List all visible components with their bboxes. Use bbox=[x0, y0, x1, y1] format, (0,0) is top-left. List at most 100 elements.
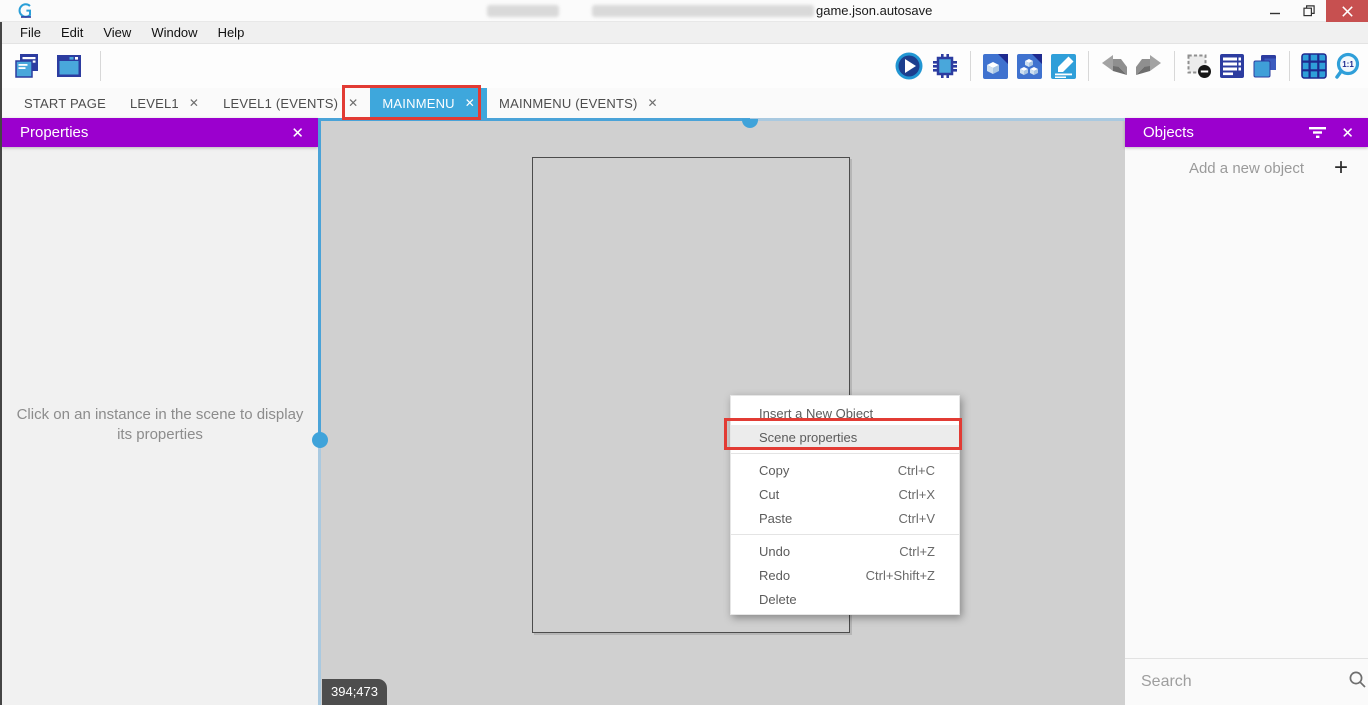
tab-level1[interactable]: LEVEL1 ✕ bbox=[118, 88, 211, 118]
canvas-left-resize-handle[interactable] bbox=[312, 432, 328, 448]
menu-separator bbox=[731, 453, 959, 454]
menu-item-label: Scene properties bbox=[759, 430, 857, 445]
tab-close-icon[interactable]: ✕ bbox=[348, 96, 358, 110]
scene-canvas[interactable]: 394;473 Insert a New Object Scene proper… bbox=[318, 118, 1125, 705]
menu-help[interactable]: Help bbox=[208, 22, 255, 44]
window-left-edge bbox=[0, 22, 2, 705]
context-menu-item-copy[interactable]: Copy Ctrl+C bbox=[731, 458, 959, 482]
search-icon bbox=[1348, 670, 1367, 694]
cursor-coordinates-badge: 394;473 bbox=[322, 679, 387, 705]
minimize-button[interactable] bbox=[1258, 0, 1292, 22]
minimize-icon bbox=[1270, 6, 1281, 17]
toolbar-divider bbox=[100, 51, 101, 81]
menu-view[interactable]: View bbox=[93, 22, 141, 44]
objects-panel-header: Objects ✕ bbox=[1125, 118, 1368, 147]
add-object-label: Add a new object bbox=[1189, 160, 1304, 177]
instances-list-button[interactable] bbox=[1219, 53, 1245, 79]
menu-item-shortcut: Ctrl+Shift+Z bbox=[866, 568, 935, 583]
menu-item-label: Redo bbox=[759, 568, 790, 583]
context-menu-item-insert-new-object[interactable]: Insert a New Object bbox=[731, 401, 959, 425]
redacted-title-path bbox=[487, 5, 559, 17]
add-instances-button[interactable] bbox=[1016, 53, 1043, 80]
debug-chip-icon bbox=[931, 52, 959, 80]
menu-window[interactable]: Window bbox=[141, 22, 207, 44]
tab-close-icon[interactable]: ✕ bbox=[465, 96, 475, 110]
play-preview-button[interactable] bbox=[894, 51, 924, 81]
tab-close-icon[interactable]: ✕ bbox=[189, 96, 199, 110]
toolbar-right-group: 1:1 bbox=[894, 44, 1362, 88]
restore-button[interactable] bbox=[1292, 0, 1326, 22]
plus-icon[interactable]: + bbox=[1334, 152, 1348, 184]
tab-level1-events[interactable]: LEVEL1 (EVENTS) ✕ bbox=[211, 88, 370, 118]
canvas-top-resize-line[interactable] bbox=[318, 118, 750, 121]
menu-item-label: Paste bbox=[759, 511, 792, 526]
tab-label: MAINMENU (EVENTS) bbox=[499, 96, 637, 111]
zoom-level-label: 1:1 bbox=[1342, 60, 1354, 69]
tab-mainmenu-events[interactable]: MAINMENU (EVENTS) ✕ bbox=[487, 88, 670, 118]
filter-button[interactable] bbox=[1308, 126, 1327, 139]
context-menu-item-redo[interactable]: Redo Ctrl+Shift+Z bbox=[731, 563, 959, 587]
menu-item-label: Insert a New Object bbox=[759, 406, 873, 421]
canvas-left-resize-line[interactable] bbox=[318, 440, 321, 705]
add-object-row[interactable]: Add a new object + bbox=[1125, 151, 1368, 185]
toggle-grid-button[interactable] bbox=[1301, 53, 1327, 79]
context-menu-item-scene-properties[interactable]: Scene properties bbox=[731, 425, 959, 449]
debug-button[interactable] bbox=[931, 52, 959, 80]
context-menu-item-cut[interactable]: Cut Ctrl+X bbox=[731, 482, 959, 506]
project-manager-icon bbox=[12, 51, 42, 81]
layers-icon bbox=[1252, 53, 1278, 79]
insert-object-icon bbox=[982, 53, 1009, 80]
tab-start-page[interactable]: START PAGE bbox=[12, 88, 118, 118]
canvas-left-resize-line[interactable] bbox=[318, 121, 321, 440]
restore-icon bbox=[1303, 5, 1315, 17]
zoom-reset-button[interactable]: 1:1 bbox=[1334, 52, 1362, 80]
objects-panel-title: Objects bbox=[1143, 124, 1308, 141]
project-manager-button[interactable] bbox=[12, 51, 42, 81]
undo-button[interactable] bbox=[1100, 54, 1128, 78]
layers-button[interactable] bbox=[1252, 53, 1278, 79]
close-window-button[interactable] bbox=[1326, 0, 1368, 22]
context-menu: Insert a New Object Scene properties Cop… bbox=[730, 395, 960, 615]
menu-separator bbox=[731, 534, 959, 535]
tab-label: LEVEL1 (EVENTS) bbox=[223, 96, 338, 111]
toggle-mask-button[interactable] bbox=[1186, 53, 1212, 79]
tab-close-icon[interactable]: ✕ bbox=[648, 96, 658, 110]
properties-panel-title: Properties bbox=[20, 124, 277, 141]
scene-window-button[interactable] bbox=[54, 51, 84, 81]
canvas-top-resize-handle[interactable] bbox=[742, 119, 758, 128]
close-panel-icon[interactable]: ✕ bbox=[291, 124, 304, 142]
menu-item-shortcut: Ctrl+C bbox=[898, 463, 935, 478]
toolbar-divider bbox=[970, 51, 971, 81]
redacted-title-path bbox=[592, 5, 814, 17]
grid-icon bbox=[1301, 53, 1327, 79]
add-object-button[interactable] bbox=[982, 53, 1009, 80]
toolbar-divider bbox=[1088, 51, 1089, 81]
context-menu-item-undo[interactable]: Undo Ctrl+Z bbox=[731, 539, 959, 563]
close-panel-icon[interactable]: ✕ bbox=[1341, 124, 1354, 142]
redo-arrow-icon bbox=[1135, 54, 1163, 78]
tab-mainmenu[interactable]: MAINMENU ✕ bbox=[370, 88, 487, 118]
scene-window-icon bbox=[54, 51, 84, 81]
menu-bar: File Edit View Window Help bbox=[2, 22, 1368, 44]
close-icon bbox=[1342, 6, 1353, 17]
canvas-top-resize-line[interactable] bbox=[750, 118, 1125, 121]
properties-panel-header: Properties ✕ bbox=[2, 118, 318, 147]
play-icon bbox=[894, 51, 924, 81]
redo-button[interactable] bbox=[1135, 54, 1163, 78]
menu-item-shortcut: Ctrl+V bbox=[899, 511, 935, 526]
filter-icon bbox=[1308, 126, 1327, 139]
edit-scene-button[interactable] bbox=[1050, 53, 1077, 80]
search-input[interactable] bbox=[1141, 673, 1348, 691]
context-menu-item-delete[interactable]: Delete bbox=[731, 587, 959, 611]
menu-edit[interactable]: Edit bbox=[51, 22, 93, 44]
tab-label: MAINMENU bbox=[382, 96, 454, 111]
properties-panel: Properties ✕ Click on an instance in the… bbox=[2, 118, 318, 705]
menu-item-label: Copy bbox=[759, 463, 789, 478]
window-title: game.json.autosave bbox=[816, 0, 932, 22]
context-menu-item-paste[interactable]: Paste Ctrl+V bbox=[731, 506, 959, 530]
toolbar: 1:1 bbox=[2, 44, 1368, 88]
objects-panel: Objects ✕ Add a new object + bbox=[1125, 118, 1368, 705]
menu-file[interactable]: File bbox=[10, 22, 51, 44]
properties-empty-hint: Click on an instance in the scene to dis… bbox=[12, 405, 308, 445]
multiple-objects-icon bbox=[1016, 53, 1043, 80]
